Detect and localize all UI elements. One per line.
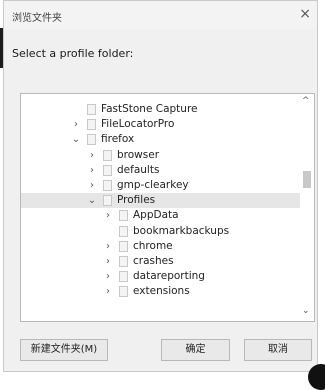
tree-row[interactable]: › gmp-clearkey <box>21 178 301 193</box>
tree-row[interactable]: FastStone Capture <box>21 102 301 117</box>
vertical-scrollbar[interactable]: ^ ⌄ <box>300 94 314 321</box>
chevron-right-icon[interactable]: › <box>87 178 97 193</box>
chevron-right-icon[interactable]: › <box>87 148 97 163</box>
cancel-button[interactable]: 取消 <box>244 339 312 361</box>
tree-row[interactable]: › chrome <box>21 239 301 254</box>
corner-badge <box>308 364 325 390</box>
tree-item-label: FileLocatorPro <box>101 118 175 131</box>
chevron-right-icon[interactable]: › <box>103 269 113 284</box>
folder-icon <box>103 195 112 207</box>
tree-row[interactable]: › datareporting <box>21 269 301 284</box>
tree-row[interactable]: › extensions <box>21 284 301 299</box>
folder-icon <box>103 164 112 176</box>
chevron-right-icon[interactable]: › <box>87 163 97 178</box>
tree-item-label: defaults <box>117 163 160 176</box>
dialog-title: 浏览文件夹 <box>12 13 62 24</box>
tree-item-label: AppData <box>133 209 179 222</box>
chevron-right-icon[interactable]: › <box>71 117 81 132</box>
tree-item-label: crashes <box>133 254 174 267</box>
ok-button[interactable]: 确定 <box>161 339 230 361</box>
tree-item-label: gmp-clearkey <box>117 178 189 191</box>
scroll-up-icon[interactable]: ^ <box>302 96 310 106</box>
tree-item-label: extensions <box>133 285 190 298</box>
tree-item-label: chrome <box>133 239 173 252</box>
folder-icon <box>87 104 96 115</box>
tree-row[interactable]: ⌄ firefox <box>21 132 301 147</box>
tree-row[interactable]: › defaults <box>21 163 301 178</box>
tree-row[interactable]: › AppData <box>21 208 301 223</box>
new-folder-button[interactable]: 新建文件夹(M) <box>20 339 108 361</box>
tree-row[interactable]: bookmarkbackups <box>21 224 301 239</box>
folder-icon <box>119 225 128 237</box>
chevron-right-icon[interactable]: › <box>103 284 113 299</box>
folder-tree[interactable]: FastStone Capture › FileLocatorPro ⌄ firefox… <box>20 93 315 322</box>
chevron-down-icon[interactable]: ⌄ <box>87 193 97 208</box>
tree-item-label: datareporting <box>133 270 205 283</box>
browse-folder-dialog: 浏览文件夹 × Select a profile folder: FastSto… <box>3 0 318 372</box>
folder-icon <box>119 240 128 252</box>
folder-icon <box>119 271 128 283</box>
folder-icon <box>103 179 112 191</box>
scrollbar-thumb[interactable] <box>303 171 311 188</box>
tree-row[interactable]: ⌄ Profiles <box>21 193 301 209</box>
tree-item-label: firefox <box>101 133 135 146</box>
folder-icon <box>119 210 128 222</box>
chevron-right-icon[interactable]: › <box>103 254 113 269</box>
folder-icon <box>119 255 128 267</box>
title-bar[interactable]: 浏览文件夹 × <box>4 1 317 29</box>
tree-item-label: bookmarkbackups <box>133 224 230 237</box>
chevron-right-icon[interactable]: › <box>103 208 113 223</box>
close-icon[interactable]: × <box>299 6 311 22</box>
tree-item-label: FastStone Capture <box>101 103 198 115</box>
folder-icon <box>87 134 96 146</box>
tree-row[interactable]: › browser <box>21 148 301 163</box>
tree-item-label: browser <box>117 148 160 161</box>
folder-icon <box>103 149 112 161</box>
chevron-right-icon[interactable]: › <box>103 239 113 254</box>
folder-tree-rows: FastStone Capture › FileLocatorPro ⌄ firefox… <box>21 102 301 299</box>
scroll-down-icon[interactable]: ⌄ <box>302 306 310 316</box>
chevron-down-icon[interactable]: ⌄ <box>71 132 81 147</box>
prompt-text: Select a profile folder: <box>12 47 134 60</box>
tree-row[interactable]: › FileLocatorPro <box>21 117 301 132</box>
folder-icon <box>87 119 96 131</box>
tree-item-label: Profiles <box>117 194 156 207</box>
folder-icon <box>119 286 128 298</box>
tree-row[interactable]: › crashes <box>21 254 301 269</box>
